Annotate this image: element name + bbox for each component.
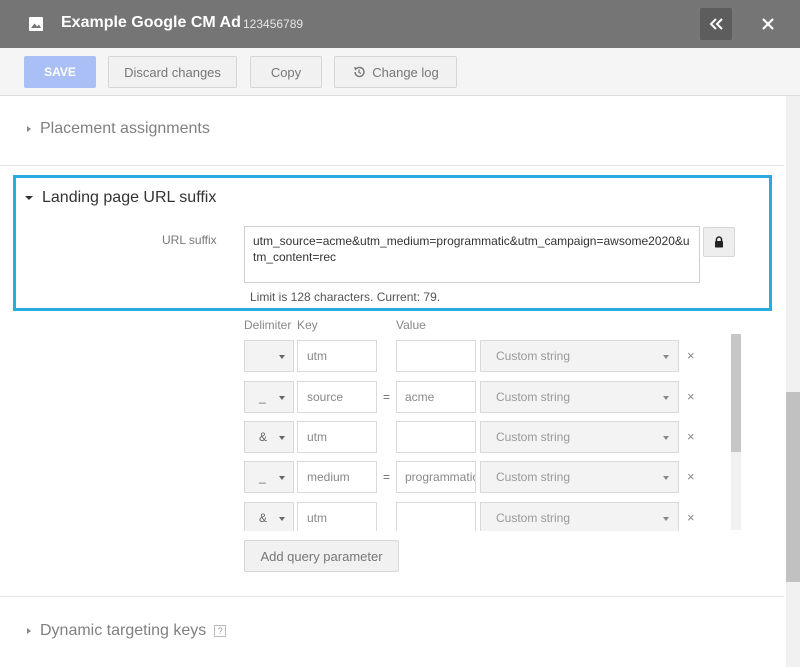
double-chevron-left-icon	[709, 18, 723, 30]
collapse-triangle-icon	[25, 196, 33, 200]
equals-sign: =	[383, 390, 391, 404]
dropdown-caret-icon	[663, 436, 669, 440]
key-column-header: Key	[297, 318, 318, 332]
dropdown-caret-icon	[279, 476, 285, 480]
ad-id: 123456789	[243, 17, 304, 31]
value-column-header: Value	[396, 318, 426, 332]
delimiter-value: &	[259, 430, 268, 444]
remove-param-icon[interactable]: ×	[687, 510, 695, 525]
param-row: & utm Custom string ×	[244, 421, 704, 453]
remove-param-icon[interactable]: ×	[687, 469, 695, 484]
param-key-input[interactable]: utm	[297, 502, 377, 531]
param-value-input[interactable]	[396, 421, 476, 453]
page-scrollbar-thumb[interactable]	[786, 392, 800, 582]
param-row: & utm Custom string ×	[244, 502, 704, 531]
param-value-input[interactable]: acme	[396, 381, 476, 413]
section-title-landing: Landing page URL suffix	[42, 189, 217, 206]
help-icon[interactable]: ?	[214, 625, 227, 637]
delimiter-select[interactable]: &	[244, 421, 294, 453]
dropdown-caret-icon	[279, 436, 285, 440]
image-icon	[29, 17, 43, 31]
remove-param-icon[interactable]: ×	[687, 348, 695, 363]
delimiter-select[interactable]: _	[244, 381, 294, 413]
remove-param-icon[interactable]: ×	[687, 389, 695, 404]
delimiter-column-header: Delimiter	[244, 318, 292, 332]
dropdown-caret-icon	[663, 517, 669, 521]
panel-header: Example Google CM Ad 123456789	[0, 0, 800, 48]
save-button[interactable]: SAVE	[24, 56, 96, 88]
close-icon	[762, 18, 774, 30]
params-scrollbar-thumb[interactable]	[731, 334, 741, 452]
section-placement-assignments[interactable]: Placement assignments	[27, 120, 210, 138]
dropdown-caret-icon	[663, 476, 669, 480]
param-type-select[interactable]: Custom string	[480, 461, 679, 493]
section-divider	[0, 165, 784, 166]
remove-param-icon[interactable]: ×	[687, 429, 695, 444]
lock-icon	[715, 236, 723, 248]
param-type-select[interactable]: Custom string	[480, 502, 679, 531]
dropdown-caret-icon	[279, 355, 285, 359]
delimiter-select[interactable]	[244, 340, 294, 372]
dropdown-caret-icon	[279, 396, 285, 400]
section-title-dynamic: Dynamic targeting keys	[40, 622, 207, 639]
dropdown-caret-icon	[663, 396, 669, 400]
copy-button[interactable]: Copy	[250, 56, 322, 88]
param-value-input[interactable]	[396, 340, 476, 372]
expand-triangle-icon	[27, 628, 31, 634]
lock-button[interactable]	[703, 227, 735, 257]
url-suffix-input[interactable]: utm_source=acme&utm_medium=programmatic&…	[244, 226, 700, 283]
param-key-input[interactable]: utm	[297, 340, 377, 372]
delimiter-value: &	[259, 511, 268, 525]
close-panel-button[interactable]	[754, 8, 782, 40]
param-type-value: Custom string	[496, 349, 571, 363]
character-limit-text: Limit is 128 characters. Current: 79.	[250, 290, 441, 304]
param-row: utm Custom string ×	[244, 340, 704, 372]
url-suffix-label: URL suffix	[162, 233, 217, 247]
section-dynamic-targeting-keys[interactable]: Dynamic targeting keys ?	[27, 622, 227, 640]
delimiter-value: _	[259, 390, 266, 404]
param-type-select[interactable]: Custom string	[480, 421, 679, 453]
dropdown-caret-icon	[279, 517, 285, 521]
ad-title: Example Google CM Ad	[61, 14, 241, 31]
param-type-select[interactable]: Custom string	[480, 340, 679, 372]
toolbar: SAVE Discard changes Copy Change log	[0, 48, 800, 96]
param-row: _ source = acme Custom string ×	[244, 381, 704, 413]
change-log-label: Change log	[372, 64, 439, 80]
delimiter-select[interactable]: _	[244, 461, 294, 493]
section-landing-page-url-suffix[interactable]: Landing page URL suffix	[25, 189, 216, 207]
history-icon	[354, 66, 365, 78]
param-row: _ medium = programmatic Custom string ×	[244, 461, 704, 493]
section-title-placement: Placement assignments	[40, 120, 210, 137]
param-type-select[interactable]: Custom string	[480, 381, 679, 413]
param-key-input[interactable]: utm	[297, 421, 377, 453]
discard-changes-button[interactable]: Discard changes	[108, 56, 237, 88]
delimiter-value: _	[259, 470, 266, 484]
delimiter-select[interactable]: &	[244, 502, 294, 531]
param-key-input[interactable]: medium	[297, 461, 377, 493]
expand-triangle-icon	[27, 126, 31, 132]
param-value-input[interactable]	[396, 502, 476, 531]
add-query-parameter-button[interactable]: Add query parameter	[244, 540, 399, 572]
equals-sign: =	[383, 470, 391, 484]
collapse-panel-button[interactable]	[700, 8, 732, 40]
param-value-input[interactable]: programmatic	[396, 461, 476, 493]
param-type-value: Custom string	[496, 390, 571, 404]
param-type-value: Custom string	[496, 430, 571, 444]
change-log-button[interactable]: Change log	[334, 56, 457, 88]
section-divider	[0, 596, 784, 597]
dropdown-caret-icon	[663, 355, 669, 359]
param-key-input[interactable]: source	[297, 381, 377, 413]
param-type-value: Custom string	[496, 511, 571, 525]
param-type-value: Custom string	[496, 470, 571, 484]
